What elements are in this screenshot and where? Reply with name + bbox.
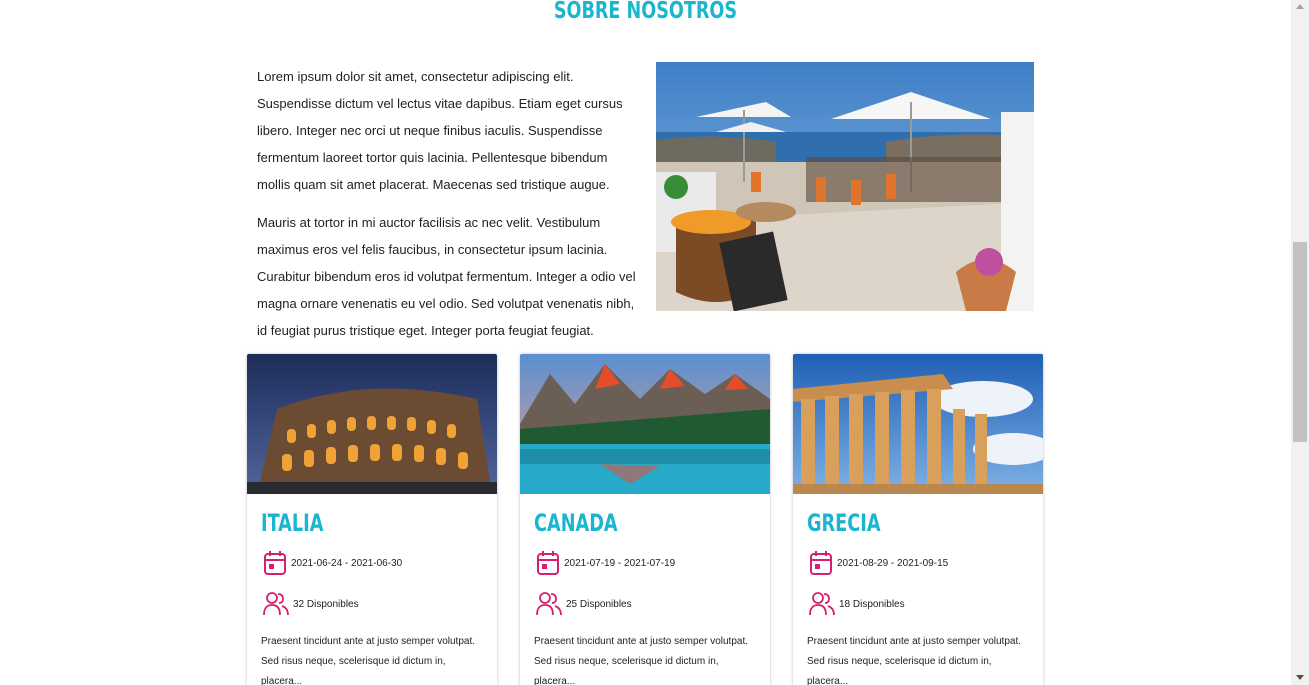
trip-availability-text: 18 Disponibles bbox=[839, 598, 905, 610]
trip-dates-text: 2021-06-24 - 2021-06-30 bbox=[291, 557, 403, 569]
about-text: Lorem ipsum dolor sit amet, consectetur … bbox=[257, 63, 637, 355]
trip-description: Praesent tincidunt ante at justo semper … bbox=[534, 636, 749, 685]
trip-title: GRECIA bbox=[807, 509, 881, 537]
trip-description: Praesent tincidunt ante at justo semper … bbox=[807, 636, 1022, 685]
trip-card-grecia[interactable]: GRECIA 2021-08-29 - 2021-09-15 18 Dispon… bbox=[793, 354, 1043, 685]
page-content: SOBRE NOSOTROS Lorem ipsum dolor sit ame… bbox=[0, 0, 1291, 685]
trip-dates: 2021-06-24 - 2021-06-30 bbox=[263, 550, 402, 576]
users-icon bbox=[536, 592, 562, 616]
trip-image-parthenon bbox=[793, 354, 1043, 494]
trip-availability: 25 Disponibles bbox=[536, 591, 632, 617]
calendar-icon bbox=[810, 551, 832, 575]
users-icon bbox=[809, 592, 835, 616]
calendar-icon bbox=[264, 551, 286, 575]
trip-card-italia[interactable]: ITALIA 2021-06-24 - 2021-06-30 32 Dispon… bbox=[247, 354, 497, 685]
trip-image-colosseum bbox=[247, 354, 497, 494]
trip-availability: 32 Disponibles bbox=[263, 591, 359, 617]
scroll-down-arrow-icon[interactable] bbox=[1296, 675, 1304, 680]
trip-availability: 18 Disponibles bbox=[809, 591, 905, 617]
trip-availability-text: 25 Disponibles bbox=[566, 598, 632, 610]
trip-dates: 2021-08-29 - 2021-09-15 bbox=[809, 550, 948, 576]
trip-title: CANADA bbox=[534, 509, 618, 537]
about-image-terrace bbox=[656, 62, 1034, 311]
vertical-scrollbar[interactable] bbox=[1291, 0, 1309, 685]
section-title: SOBRE NOSOTROS bbox=[553, 0, 737, 24]
calendar-icon bbox=[537, 551, 559, 575]
scrollbar-thumb[interactable] bbox=[1293, 242, 1307, 442]
trip-description: Praesent tincidunt ante at justo semper … bbox=[261, 636, 476, 685]
trip-card-canada[interactable]: CANADA 2021-07-19 - 2021-07-19 25 Dispon… bbox=[520, 354, 770, 685]
users-icon bbox=[263, 592, 289, 616]
trip-image-lake bbox=[520, 354, 770, 494]
trip-availability-text: 32 Disponibles bbox=[293, 598, 359, 610]
trip-dates: 2021-07-19 - 2021-07-19 bbox=[536, 550, 675, 576]
about-paragraph-2: Mauris at tortor in mi auctor facilisis … bbox=[257, 215, 636, 338]
trip-dates-text: 2021-08-29 - 2021-09-15 bbox=[837, 557, 949, 569]
scroll-up-arrow-icon[interactable] bbox=[1296, 4, 1304, 9]
about-paragraph-1: Lorem ipsum dolor sit amet, consectetur … bbox=[257, 69, 623, 192]
trip-title: ITALIA bbox=[261, 509, 324, 537]
trip-dates-text: 2021-07-19 - 2021-07-19 bbox=[564, 557, 676, 569]
